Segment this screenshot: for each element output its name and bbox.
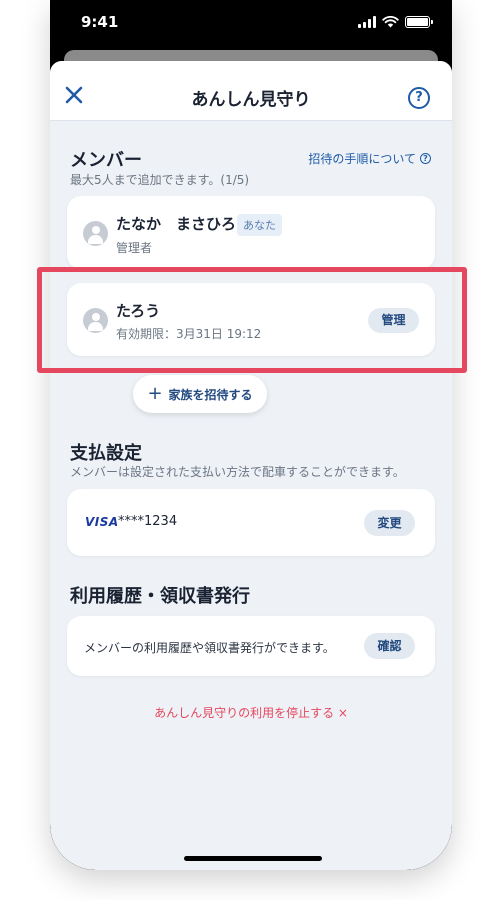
battery-icon xyxy=(405,16,433,28)
invite-family-label: 家族を招待する xyxy=(168,387,253,402)
modal-screen: あんしん見守り ? メンバー 最大5人まで追加できます。(1/5) 招待の手順に… xyxy=(50,61,452,870)
help-icon[interactable]: ? xyxy=(408,87,430,109)
stop-service-link[interactable]: あんしん見守りの利用を停止する × xyxy=(50,704,452,721)
members-subtitle: 最大5人まで追加できます。(1/5) xyxy=(70,173,250,187)
nav-bar: あんしん見守り ? xyxy=(50,61,452,121)
card-number: ****1234 xyxy=(118,514,178,529)
highlight-box xyxy=(37,267,467,373)
avatar xyxy=(83,221,108,246)
signal-icon xyxy=(358,16,376,28)
status-icons xyxy=(358,16,433,28)
member-name: たなか まさひろ xyxy=(116,215,237,233)
history-description: メンバーの利用履歴や領収書発行ができます。 xyxy=(84,641,335,655)
member-card-self: たなか まさひろ あなた 管理者 xyxy=(67,196,435,269)
wifi-icon xyxy=(382,16,399,28)
home-indicator xyxy=(184,856,322,861)
payment-card: VISA ****1234 変更 xyxy=(67,489,435,556)
status-bar: 9:41 xyxy=(50,0,452,48)
payment-subtitle: メンバーは設定された支払い方法で配車することができます。 xyxy=(70,465,405,479)
confirm-button[interactable]: 確認 xyxy=(364,633,415,659)
invite-steps-label: 招待の手順について xyxy=(308,152,416,166)
member-role: 管理者 xyxy=(116,241,153,255)
history-title: 利用履歴・領収書発行 xyxy=(70,586,250,607)
members-title: メンバー xyxy=(70,150,142,171)
you-badge: あなた xyxy=(237,214,282,236)
change-button[interactable]: 変更 xyxy=(364,510,415,536)
phone-frame: 9:41 あんしん見守り ? メンバー 最大5人まで追加できます。(1/5) 招… xyxy=(50,0,452,870)
payment-title: 支払設定 xyxy=(70,443,142,464)
plus-icon: + xyxy=(147,383,163,404)
status-time: 9:41 xyxy=(81,13,119,31)
invite-steps-link[interactable]: 招待の手順について ? xyxy=(308,150,431,167)
page-title: あんしん見守り xyxy=(191,90,311,110)
history-card: メンバーの利用履歴や領収書発行ができます。 確認 xyxy=(67,616,435,676)
visa-icon: VISA xyxy=(85,515,119,529)
invite-family-button[interactable]: + 家族を招待する xyxy=(133,375,267,413)
question-icon: ? xyxy=(420,153,431,164)
